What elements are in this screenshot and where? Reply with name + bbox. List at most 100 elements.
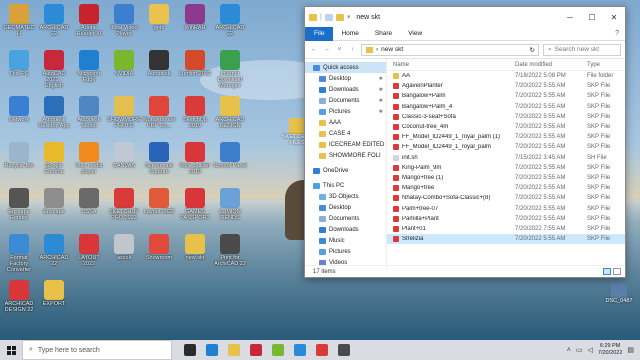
large-icons-view-icon[interactable] [613, 268, 621, 275]
nav-item[interactable]: CASE 4 [305, 128, 386, 139]
file-row[interactable]: Classic-3-seat+Sofa 7/20/2022 5:55 AM SKP … [387, 112, 625, 122]
desktop-icon[interactable]: CSSA [72, 188, 106, 215]
forward-arrow-icon[interactable]: → [322, 46, 331, 53]
file-row[interactable]: Mango+tree (1) 7/20/2022 5:55 AM SKP File [387, 173, 625, 183]
nav-item[interactable]: Pictures [305, 246, 386, 257]
file-explorer-icon[interactable] [228, 344, 240, 356]
desktop-icon[interactable]: Google Chrome [37, 142, 71, 175]
desktop-icon[interactable]: ARCHICAD 22 [37, 4, 71, 37]
desktop-icon[interactable]: Style Builder 2019 [178, 142, 212, 175]
nav-item[interactable]: Pictures ✱ [305, 106, 386, 117]
close-button[interactable]: ✕ [603, 7, 625, 27]
new-folder-icon[interactable] [335, 13, 344, 21]
column-header-name[interactable]: Name [387, 62, 515, 68]
file-row[interactable]: Palm+tree-07 7/20/2022 5:55 AM SKP File [387, 203, 625, 213]
nav-item[interactable]: Quick access [305, 62, 386, 73]
volume-icon[interactable]: ◁ [588, 346, 593, 354]
sketchup-icon[interactable] [316, 344, 328, 356]
app-icon[interactable] [338, 344, 350, 356]
nav-item[interactable]: Desktop ✱ [305, 73, 386, 84]
desktop-icon[interactable]: Showroom [142, 234, 176, 261]
file-row[interactable]: Coconut-tree_4m 7/20/2022 5:55 AM SKP File [387, 122, 625, 132]
file-row[interactable]: King-Palm_9m 7/20/2022 5:55 AM SKP File [387, 163, 625, 173]
desktop-icon[interactable]: GAMES PASSPORT [178, 188, 212, 221]
nav-item[interactable]: ICECREAM EDITED [305, 139, 386, 150]
refresh-icon[interactable]: ↻ [530, 46, 535, 54]
desktop-icon[interactable]: GEOMATECH [2, 4, 36, 37]
desktop-icon[interactable]: SketchUp 2019 [178, 96, 212, 129]
file-row[interactable]: AgaveinPlanter 7/20/2022 5:55 AM SKP File [387, 81, 625, 91]
notifications-icon[interactable]: ▤ [627, 346, 634, 354]
desktop-icon[interactable]: Autodesk [142, 50, 176, 77]
desktop-icon[interactable]: ARCHICAD DESIGN 22 [2, 280, 36, 313]
file-row[interactable]: Bangalow+Palm 7/20/2022 5:55 AM SKP File [387, 91, 625, 101]
network-icon[interactable]: ▭ [576, 346, 583, 354]
nav-item[interactable]: Documents [305, 213, 386, 224]
file-row[interactable]: AA 7/18/2022 5:08 PM File folder [387, 71, 625, 81]
desktop-icon[interactable]: WinRAR [178, 4, 212, 31]
desktop-icon[interactable]: AutoCAD 2021 - English [37, 50, 71, 89]
autocad-icon[interactable] [250, 344, 262, 356]
nav-item[interactable]: Downloads [305, 224, 386, 235]
desktop-icon[interactable]: ascoli [107, 234, 141, 261]
desktop-icon[interactable]: Lumion 2022 [178, 50, 212, 77]
taskbar-search-box[interactable]: ⌕ Type here to search [22, 340, 172, 360]
tab-share[interactable]: Share [367, 30, 400, 37]
column-header-date[interactable]: Date modified [515, 62, 579, 68]
task-view-icon[interactable] [184, 344, 196, 356]
nvidia-icon[interactable] [272, 344, 284, 356]
nav-item[interactable]: This PC [305, 180, 386, 191]
file-row[interactable]: Bangalow+Palm_4 7/20/2022 5:55 AM SKP File [387, 102, 625, 112]
desktop-icon[interactable]: Autodesk Desktop App [37, 96, 71, 129]
file-row[interactable]: FF_Model_ID2449_1_royal_palm (1) 7/20/202… [387, 132, 625, 142]
nav-item[interactable]: 3D Objects [305, 191, 386, 202]
desktop-icon[interactable]: Recycle Bin [2, 142, 36, 169]
nav-item[interactable]: AAA [305, 117, 386, 128]
customize-chevron-icon[interactable]: ▾ [347, 13, 351, 21]
back-arrow-icon[interactable]: ← [309, 46, 318, 53]
desktop-icon[interactable]: NVIDIA [107, 50, 141, 77]
desktop-icon[interactable]: VLC media player [72, 142, 106, 175]
desktop-icon[interactable]: Control Panel [213, 142, 247, 169]
nav-item[interactable]: OneDrive [305, 165, 386, 176]
show-hidden-icons-icon[interactable]: ˄ [567, 347, 571, 354]
desktop-icon[interactable]: Microsoft Edge [72, 50, 106, 83]
nav-item[interactable]: Desktop [305, 202, 386, 213]
minimize-button[interactable]: ─ [559, 7, 581, 27]
desktop-icon[interactable]: Screencast Capture [142, 142, 176, 175]
search-box[interactable]: ⌕ Search new skt [543, 43, 621, 56]
desktop-icon[interactable]: Autodesk Studio [72, 96, 106, 129]
file-row[interactable]: FF_Model_ID2449_1_royal_palm 7/20/2022 5:… [387, 142, 625, 152]
file-row[interactable]: Pamilla+Plant 7/20/2022 5:55 AM SKP File [387, 214, 625, 224]
file-row[interactable]: Mango+tree 7/20/2022 5:55 AM SKP File [387, 183, 625, 193]
desktop-icon[interactable]: Total Video Player [107, 4, 141, 37]
archicad-icon[interactable] [294, 344, 306, 356]
properties-icon[interactable] [324, 13, 333, 21]
file-row[interactable]: Plant+01 7/20/2022 7:55 AM SKP File [387, 224, 625, 234]
nav-item[interactable]: Documents ✱ [305, 95, 386, 106]
desktop-icon[interactable]: Enscape [37, 188, 71, 215]
desktop-icon[interactable]: LAYOUT 2022 [72, 234, 106, 267]
desktop-icon[interactable]: ARCHICAD 22 [213, 4, 247, 37]
up-arrow-icon[interactable]: ↑ [348, 46, 357, 53]
column-header-type[interactable]: Type [579, 62, 623, 68]
address-bar[interactable]: › new skt ↻ [361, 43, 539, 56]
desktop-icon[interactable]: Layout 2022 [142, 188, 176, 215]
maximize-button[interactable]: ☐ [581, 7, 603, 27]
desktop-icon[interactable]: Network [2, 96, 36, 123]
desktop-icon[interactable]: Enscape Render [2, 188, 36, 221]
desktop-icon[interactable]: LUMION RENDS [213, 188, 247, 221]
clock[interactable]: 6:29 PM 7/20/2022 [598, 343, 622, 357]
desktop-icon-dsc-0487[interactable]: DSC_0487 [604, 282, 634, 304]
tab-home[interactable]: Home [333, 30, 366, 37]
desktop-icon[interactable]: This PC [2, 50, 36, 77]
desktop-icon[interactable]: EXPORT [37, 280, 71, 307]
nav-item[interactable]: Downloads ✱ [305, 84, 386, 95]
desktop-icon[interactable]: gets [142, 4, 176, 31]
desktop-icon[interactable]: CANVAS [107, 142, 141, 169]
desktop-icon[interactable]: Adobe Reader XI [72, 4, 106, 37]
details-view-icon[interactable] [603, 268, 611, 275]
file-row[interactable]: Nhatay-Combo+Sofa-Classic+(8) 7/20/2022 5… [387, 193, 625, 203]
nav-item[interactable]: SHOWMORE FOLI [305, 150, 386, 161]
desktop-icon[interactable]: Format Factory Converter [2, 234, 36, 273]
